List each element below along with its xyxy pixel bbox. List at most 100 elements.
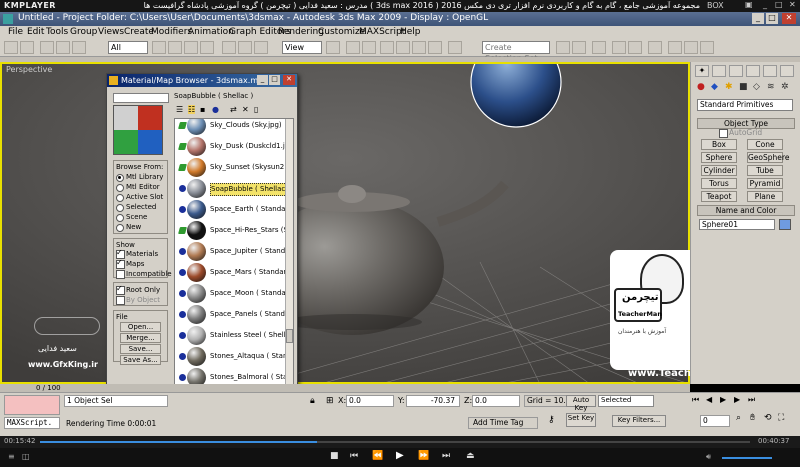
checkbox-incompatible[interactable]: Incompatible [116,269,172,279]
shapes-icon[interactable]: ◆ [711,82,718,92]
save-as-button[interactable]: Save As... [120,355,161,365]
menu-views[interactable]: Views [98,27,124,37]
player-volume-slider[interactable] [722,457,772,459]
previous-frame-icon[interactable]: ◀ [706,395,712,404]
radio-selected[interactable]: Selected [116,202,165,212]
view-large-icons-icon[interactable]: ● [212,105,219,114]
go-to-start-icon[interactable]: ⏮ [692,395,699,405]
material-list-item[interactable]: Sky_Dusk (Duskcld1.jpg) [175,136,293,157]
material-list-scrollbar[interactable] [285,119,293,407]
update-scene-materials-icon[interactable]: ⇄ [230,105,237,114]
material-list-item[interactable]: Space_Jupiter ( Standard ) [175,241,293,262]
percent-snap-icon[interactable] [412,41,426,54]
pivot-icon[interactable] [326,41,340,54]
add-time-tag-button[interactable]: Add Time Tag [468,417,538,429]
plane-button[interactable]: Plane [747,191,783,202]
mirror-icon[interactable] [556,41,570,54]
material-list-item[interactable]: SoapBubble ( Shellac ) [175,178,293,199]
maxscript-input[interactable]: MAXScript. [4,417,60,429]
player-seek-bar[interactable]: 00:15:42 00:40:37 [0,436,800,448]
pyramid-button[interactable]: Pyramid [747,178,783,189]
radio-scene[interactable]: Scene [116,212,165,222]
box-button[interactable]: Box [701,139,737,150]
cone-button[interactable]: Cone [747,139,783,150]
maxscript-listener-mini[interactable] [4,395,60,415]
helpers-icon[interactable]: ◇ [753,82,760,92]
minimize-icon[interactable]: _ [763,0,767,9]
checkbox-materials[interactable]: Materials [116,248,165,259]
utilities-tab-icon[interactable] [780,65,794,77]
set-key-button[interactable]: Set Key [566,413,596,427]
material-list-item[interactable]: Stones_Altaqua ( Standard ) [175,346,293,367]
browser-close-button[interactable]: ✕ [283,75,295,85]
material-list-item[interactable]: Stainless Steel ( Shellac ) [175,325,293,346]
object-color-swatch[interactable] [779,219,791,230]
player-menu-icon[interactable]: ≡ [8,452,15,461]
checkbox-root-only[interactable]: Root Only [116,284,165,295]
redo-icon[interactable] [20,41,34,54]
geometry-icon[interactable]: ● [697,82,705,92]
bind-spacewarp-icon[interactable] [72,41,86,54]
name-and-color-rollout[interactable]: Name and Color [697,205,795,216]
create-tab-icon[interactable]: ✦ [695,65,709,77]
close-icon[interactable]: ✕ [789,0,796,9]
link-icon[interactable] [40,41,54,54]
curve-editor-icon[interactable] [612,41,626,54]
material-list-item[interactable]: Sky_Sunset (Skysun2.jpg) [175,157,293,178]
object-name-field[interactable]: Sphere01 [699,219,775,230]
merge-button[interactable]: Merge... [120,333,161,343]
rendered-frame-window-icon[interactable] [684,41,698,54]
systems-icon[interactable]: ✲ [781,82,789,92]
keyboard-shortcut-icon[interactable] [362,41,376,54]
sphere-button[interactable]: Sphere [701,152,737,163]
modify-tab-icon[interactable] [712,65,726,77]
snaps-toggle-icon[interactable] [380,41,394,54]
player-play-icon[interactable]: ▶ [396,450,404,461]
unlink-icon[interactable] [56,41,70,54]
perspective-viewport[interactable]: Perspective سعید فدایی www.GfxKing.ir تی… [0,62,690,384]
play-icon[interactable]: ▶ [720,395,726,404]
reference-coordinate-dropdown[interactable]: View [282,41,322,54]
go-to-end-icon[interactable]: ⏭ [748,395,755,405]
checkbox-by-object[interactable]: By Object [116,295,165,305]
spacewarps-icon[interactable]: ≋ [767,82,775,92]
selection-filter-dropdown[interactable]: All [108,41,148,54]
clear-library-icon[interactable]: ▯ [254,105,258,114]
rotate-icon[interactable] [238,41,252,54]
align-icon[interactable] [572,41,586,54]
material-list-item[interactable]: Space_Panels ( Standard ) [175,304,293,325]
render-production-icon[interactable] [700,41,714,54]
view-list-icon[interactable]: ☰ [176,105,183,114]
cameras-icon[interactable]: ■ [739,82,748,92]
spinner-snap-icon[interactable] [428,41,442,54]
autogrid-checkbox[interactable]: AutoGrid [719,128,762,138]
orbit-icon[interactable]: ⟲ [764,413,772,423]
render-setup-icon[interactable] [668,41,682,54]
material-list-item[interactable]: Space_Moon ( Standard ) [175,283,293,304]
menu-create[interactable]: Create [124,27,154,37]
player-stop-icon[interactable]: ■ [330,451,339,461]
menu-help[interactable]: Help [400,27,421,37]
angle-snap-icon[interactable] [396,41,410,54]
move-icon[interactable] [222,41,236,54]
material-list-item[interactable]: Space_Earth ( Standard ) [175,199,293,220]
menu-maxscript[interactable]: MAXScript [359,27,405,37]
key-mode-dropdown[interactable]: Selected [598,395,654,407]
close-button[interactable]: ✕ [782,13,796,24]
edit-named-selection-icon[interactable] [448,41,462,54]
maximize-icon[interactable]: □ [775,0,783,9]
material-list-item[interactable]: Space_Mars ( Standard ) [175,262,293,283]
player-volume-icon[interactable]: 🔊︎ [706,452,711,462]
radio-mtl-editor[interactable]: Mtl Editor [116,182,165,192]
browser-minimize-button[interactable]: _ [257,75,268,85]
layer-manager-icon[interactable] [592,41,606,54]
material-list-item[interactable]: Sky_Clouds (Sky.jpg) [175,119,293,136]
pin-icon[interactable]: ▣ [745,0,753,9]
select-manipulate-icon[interactable] [346,41,360,54]
scale-icon[interactable] [254,41,268,54]
schematic-view-icon[interactable] [628,41,642,54]
teapot-button[interactable]: Teapot [701,191,737,202]
motion-tab-icon[interactable] [746,65,760,77]
player-previous-icon[interactable]: ⏮ [350,451,358,461]
view-small-icons-icon[interactable]: ▪ [200,105,205,114]
